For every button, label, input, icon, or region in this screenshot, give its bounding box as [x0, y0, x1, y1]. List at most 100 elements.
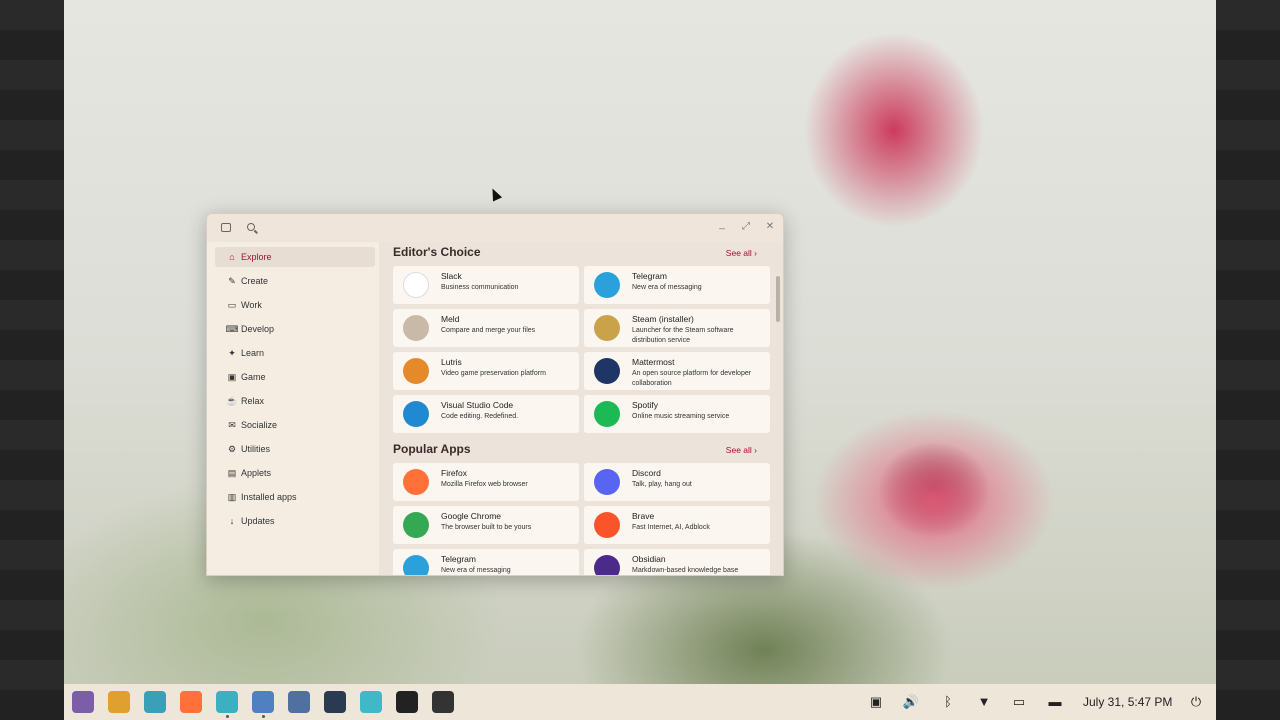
editors-choice-title: Editor's Choice	[393, 245, 481, 259]
sidebar-item-label: Work	[241, 300, 262, 310]
telegram-icon	[403, 555, 429, 575]
app-store-window: _ ⤢ ✕ ⌂ Explore ✎ Create ▭ Work ⌨ Develop ✦ Learn…	[206, 213, 784, 576]
sidebar-item-label: Updates	[241, 516, 275, 526]
sidebar-item-explore[interactable]: ⌂ Explore	[215, 247, 375, 267]
app-name: Telegram	[632, 271, 667, 281]
sidebar-item-learn[interactable]: ✦ Learn	[215, 343, 375, 363]
workspaces-icon[interactable]	[144, 691, 166, 713]
app-description: New era of messaging	[632, 284, 702, 291]
chat-icon: ✉	[228, 419, 236, 430]
gamepad-icon: ▣	[227, 371, 237, 382]
app-name: Telegram	[441, 554, 476, 564]
app-name: Brave	[632, 511, 655, 521]
app-description: Online music streaming service	[632, 413, 730, 420]
running-indicator	[226, 715, 229, 718]
store-icon[interactable]	[252, 691, 274, 713]
utilities-icon: ⚙	[227, 443, 237, 454]
learn-icon: ✦	[228, 347, 236, 358]
app-card[interactable]: Slack Business communication	[393, 266, 579, 304]
app-description: Code editing. Redefined.	[441, 413, 519, 420]
sidebar-toggle-icon[interactable]	[221, 223, 231, 232]
launcher-icon[interactable]	[72, 691, 94, 713]
app-description: Launcher for the Steam software distribu…	[632, 327, 734, 344]
palette-icon: ✎	[228, 275, 236, 286]
app-card[interactable]: Telegram New era of messaging	[584, 266, 770, 304]
brave-icon	[594, 512, 620, 538]
home-icon: ⌂	[229, 252, 235, 262]
screenshot-icon[interactable]	[432, 691, 454, 713]
download-icon: ↓	[229, 516, 235, 526]
steam-icon	[594, 315, 620, 341]
app-card[interactable]: Mattermost An open source platform for de…	[584, 352, 770, 390]
app-description: The browser built to be yours	[441, 524, 532, 531]
sidebar-item-label: Create	[241, 276, 269, 286]
search-icon[interactable]	[247, 223, 255, 231]
battery-icon[interactable]: ▭	[1010, 694, 1028, 710]
spotify-icon	[594, 401, 620, 427]
sidebar-item-game[interactable]: ▣ Game	[215, 367, 375, 387]
app-name: Slack	[441, 271, 462, 281]
firefox-icon	[403, 469, 429, 495]
app-card[interactable]: Spotify Online music streaming service	[584, 395, 770, 433]
app-name: Steam (installer)	[632, 314, 694, 324]
app-description: Talk, play, hang out	[632, 481, 692, 488]
sidebar-item-create[interactable]: ✎ Create	[215, 271, 375, 291]
app-name: Firefox	[441, 468, 467, 478]
notifications-icon[interactable]: ▬	[1046, 694, 1064, 709]
vscode-icon	[403, 401, 429, 427]
editors-choice-see-all[interactable]: See all ›	[726, 248, 757, 258]
power-icon[interactable]: ⏻	[1187, 694, 1205, 710]
app-card[interactable]: Steam (installer) Launcher for the Steam …	[584, 309, 770, 347]
sidebar-item-work[interactable]: ▭ Work	[215, 295, 375, 315]
sidebar-item-label: Explore	[241, 252, 272, 262]
sidebar-item-label: Learn	[241, 348, 265, 358]
sidebar-item-label: Game	[241, 372, 266, 382]
app-card[interactable]: Visual Studio Code Code editing. Redefine…	[393, 395, 579, 433]
volume-icon[interactable]: 🔊	[902, 694, 920, 710]
wifi-icon[interactable]: ▼	[975, 694, 993, 709]
app-card[interactable]: Telegram New era of messaging	[393, 549, 579, 575]
sidebar-item-installed-apps[interactable]: ▥ Installed apps	[215, 487, 375, 507]
display-icon[interactable]: ▣	[867, 694, 885, 710]
app-description: New era of messaging	[441, 567, 511, 574]
app-name: Visual Studio Code	[441, 400, 514, 410]
app-card[interactable]: Google Chrome The browser built to be you…	[393, 506, 579, 544]
bluetooth-icon[interactable]: ᛒ	[939, 694, 957, 709]
app-description: Compare and merge your files	[441, 327, 536, 334]
close-button[interactable]: ✕	[763, 221, 777, 232]
maximize-button[interactable]: ⤢	[739, 221, 753, 232]
meld-icon	[403, 315, 429, 341]
sidebar-item-relax[interactable]: ☕ Relax	[215, 391, 375, 411]
terminal-icon[interactable]	[324, 691, 346, 713]
slack-icon	[403, 272, 429, 298]
app-name: Obsidian	[632, 554, 666, 564]
scrollbar[interactable]	[776, 276, 780, 322]
app-card[interactable]: Brave Fast Internet, AI, Adblock	[584, 506, 770, 544]
text-editor-icon[interactable]	[288, 691, 310, 713]
running-indicator	[262, 715, 265, 718]
app-card[interactable]: Meld Compare and merge your files	[393, 309, 579, 347]
files-icon[interactable]	[216, 691, 238, 713]
popular-apps-see-all[interactable]: See all ›	[726, 445, 757, 455]
settings-icon[interactable]	[360, 691, 382, 713]
sidebar-item-label: Utilities	[241, 444, 271, 454]
app-card[interactable]: Lutris Video game preservation platform	[393, 352, 579, 390]
app-description: Markdown-based knowledge base	[632, 567, 739, 574]
app-card[interactable]: Discord Talk, play, hang out	[584, 463, 770, 501]
app-grid-icon[interactable]	[108, 691, 130, 713]
app-name: Google Chrome	[441, 511, 502, 521]
sidebar-item-updates[interactable]: ↓ Updates	[215, 511, 375, 531]
clock[interactable]: July 31, 5:47 PM	[1083, 695, 1172, 709]
app-card[interactable]: Firefox Mozilla Firefox web browser	[393, 463, 579, 501]
firefox-icon[interactable]	[180, 691, 202, 713]
obs-icon[interactable]	[396, 691, 418, 713]
app-description: An open source platform for developer co…	[632, 370, 752, 387]
left-frame-border	[0, 0, 64, 720]
sidebar-item-utilities[interactable]: ⚙ Utilities	[215, 439, 375, 459]
minimize-button[interactable]: _	[715, 219, 729, 230]
discord-icon	[594, 469, 620, 495]
sidebar-item-socialize[interactable]: ✉ Socialize	[215, 415, 375, 435]
app-card[interactable]: Obsidian Markdown-based knowledge base	[584, 549, 770, 575]
sidebar-item-applets[interactable]: ▤ Applets	[215, 463, 375, 483]
sidebar-item-develop[interactable]: ⌨ Develop	[215, 319, 375, 339]
